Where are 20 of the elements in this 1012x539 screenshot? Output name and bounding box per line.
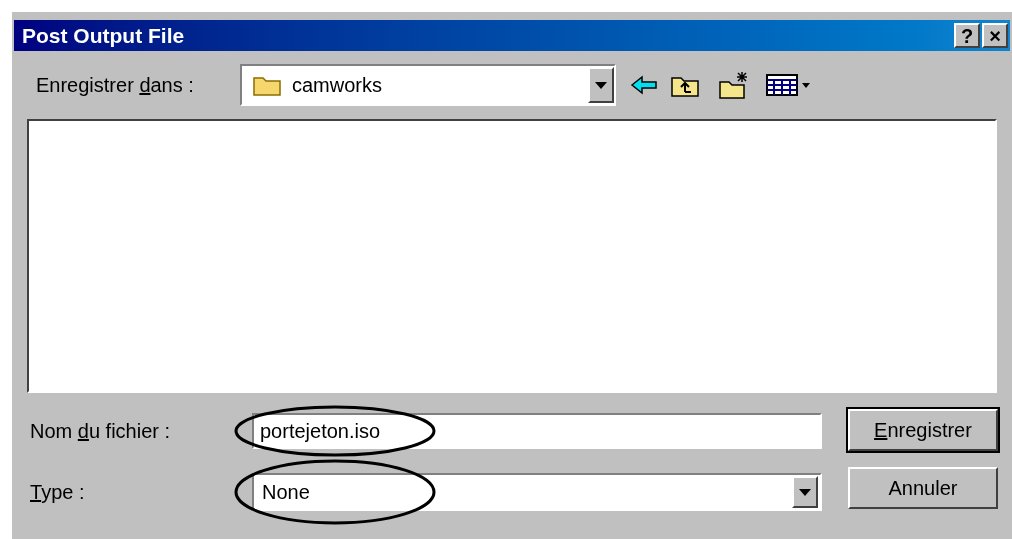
dropdown-button[interactable]: [792, 476, 818, 508]
folder-name: camworks: [292, 73, 383, 98]
file-name-field[interactable]: portejeton.iso: [252, 413, 822, 449]
caret-icon: [799, 488, 811, 496]
view-menu-icon[interactable]: [766, 73, 812, 97]
caret-icon: [595, 81, 607, 89]
save-button[interactable]: Enregistrer: [848, 409, 998, 451]
help-button[interactable]: ?: [954, 23, 980, 48]
dropdown-button[interactable]: [588, 67, 614, 103]
file-name-label: Nom du fichier :: [30, 419, 172, 444]
file-type-value: None: [262, 480, 311, 505]
close-button[interactable]: ×: [982, 23, 1008, 48]
file-type-dropdown[interactable]: None: [252, 473, 822, 511]
new-folder-icon[interactable]: [718, 70, 750, 100]
save-in-dropdown[interactable]: camworks: [240, 64, 616, 106]
cancel-button[interactable]: Annuler: [848, 467, 998, 509]
save-in-label: Enregistrer dans :: [36, 73, 195, 98]
window-title: Post Output File: [22, 22, 185, 49]
file-type-label: Type :: [30, 480, 86, 505]
back-arrow-icon[interactable]: [630, 75, 658, 95]
